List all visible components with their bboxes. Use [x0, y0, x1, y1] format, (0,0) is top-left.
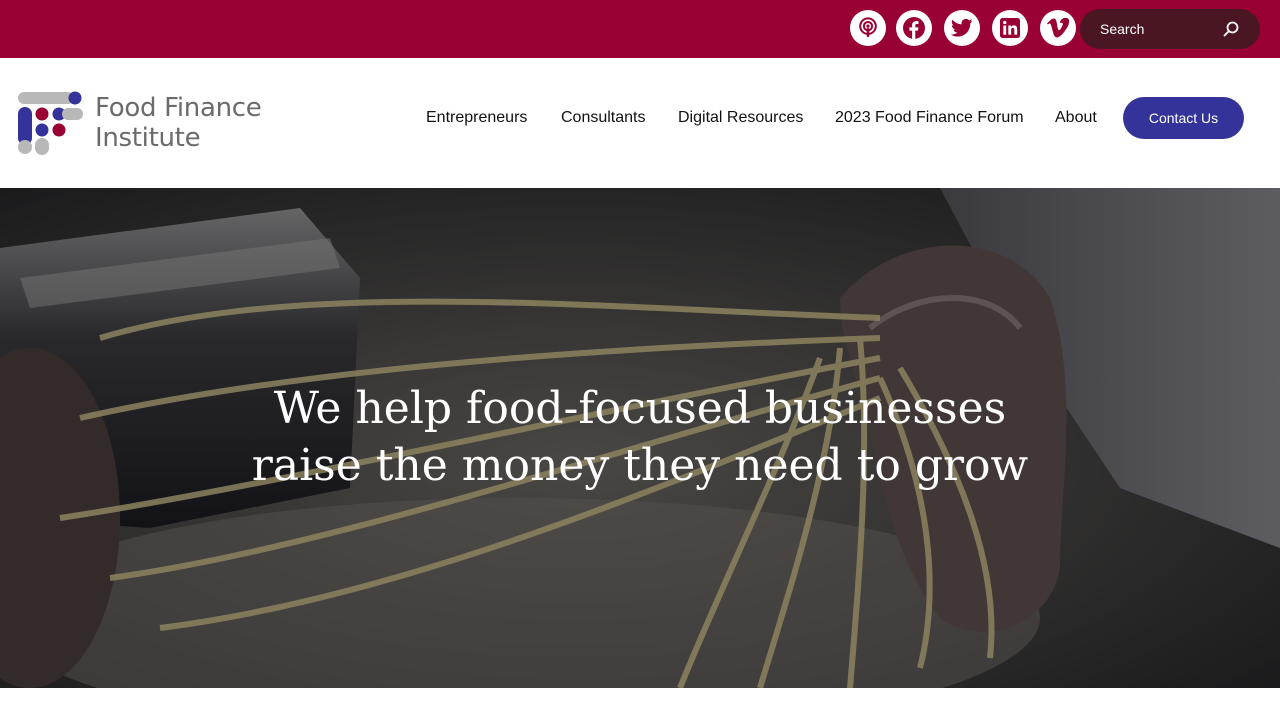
- logo-text: Food Finance Institute: [95, 93, 262, 153]
- contact-us-button[interactable]: Contact Us: [1123, 97, 1244, 139]
- top-utility-bar: [0, 0, 1280, 58]
- twitter-link[interactable]: [944, 10, 980, 46]
- site-header: Food Finance Institute Entrepreneurs Con…: [0, 58, 1280, 188]
- search-input[interactable]: [1100, 9, 1220, 49]
- linkedin-link[interactable]: [992, 10, 1028, 46]
- hero-title: We help food-focused businesses raise th…: [0, 380, 1280, 494]
- hero-banner: We help food-focused businesses raise th…: [0, 188, 1280, 688]
- logo-mark: [18, 91, 83, 155]
- page-body-start: [0, 688, 1280, 720]
- nav-item-about[interactable]: About: [1055, 106, 1097, 130]
- hero-title-line-1: We help food-focused businesses: [273, 383, 1007, 434]
- facebook-link[interactable]: [896, 10, 932, 46]
- twitter-icon: [951, 18, 973, 38]
- nav-item-consultants[interactable]: Consultants: [561, 106, 646, 130]
- logo-line-2: Institute: [95, 123, 201, 153]
- podcast-link[interactable]: [850, 10, 886, 46]
- podcast-icon: [857, 17, 879, 39]
- search-icon[interactable]: [1222, 20, 1240, 38]
- nav-item-food-finance-forum[interactable]: 2023 Food Finance Forum: [835, 106, 1024, 130]
- site-logo[interactable]: Food Finance Institute: [18, 91, 268, 157]
- facebook-icon: [902, 16, 926, 40]
- vimeo-link[interactable]: [1040, 10, 1076, 46]
- nav-item-digital-resources[interactable]: Digital Resources: [678, 106, 803, 130]
- nav-item-entrepreneurs[interactable]: Entrepreneurs: [426, 106, 527, 130]
- hero-title-line-2: raise the money they need to grow: [251, 440, 1029, 491]
- linkedin-icon: [1000, 18, 1020, 38]
- logo-line-1: Food Finance: [95, 93, 262, 123]
- vimeo-icon: [1047, 18, 1069, 38]
- search-box: [1080, 9, 1260, 49]
